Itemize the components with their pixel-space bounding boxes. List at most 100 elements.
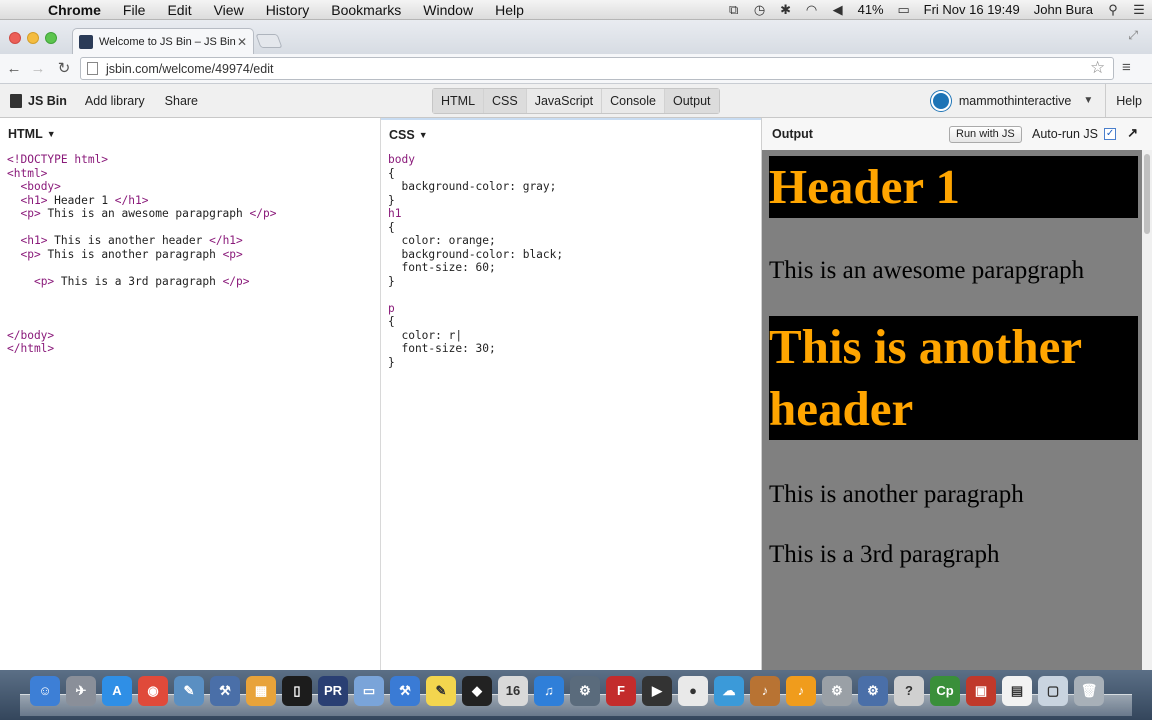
html-panel-label[interactable]: HTML ▼ bbox=[0, 118, 380, 150]
dvd-icon[interactable]: ● bbox=[678, 676, 708, 706]
menu-window[interactable]: Window bbox=[412, 2, 484, 18]
dropbox-icon[interactable]: ⧉ bbox=[721, 2, 747, 18]
css-code-line[interactable]: font-size: 30; bbox=[388, 342, 761, 356]
css-code-line[interactable]: background-color: black; bbox=[388, 248, 761, 262]
chrome-menu-icon[interactable]: ≡ bbox=[1122, 59, 1131, 76]
downloads-icon[interactable]: ▢ bbox=[1038, 676, 1068, 706]
spotlight-icon[interactable]: ⚲ bbox=[1100, 2, 1126, 18]
user-avatar[interactable] bbox=[930, 90, 951, 111]
username[interactable]: mammothinteractive bbox=[959, 94, 1084, 108]
add-library-button[interactable]: Add library bbox=[75, 94, 155, 108]
url-text[interactable]: jsbin.com/welcome/49974/edit bbox=[106, 62, 273, 76]
garageband-icon[interactable]: ♪ bbox=[750, 676, 780, 706]
html-code-line[interactable]: </html> bbox=[7, 342, 380, 356]
html-code-line[interactable] bbox=[7, 221, 380, 235]
zoom-window-button[interactable] bbox=[45, 32, 57, 44]
css-code-line[interactable]: } bbox=[388, 356, 761, 370]
css-code-line[interactable]: body bbox=[388, 153, 761, 167]
fullscreen-icon[interactable]: ⤢ bbox=[1128, 28, 1138, 43]
close-window-button[interactable] bbox=[9, 32, 21, 44]
tools-icon[interactable]: ⚙ bbox=[570, 676, 600, 706]
battery-icon[interactable]: ▭ bbox=[891, 2, 917, 18]
output-scrollbar[interactable] bbox=[1142, 150, 1152, 670]
menu-view[interactable]: View bbox=[203, 2, 255, 18]
html-code-line[interactable]: <body> bbox=[7, 180, 380, 194]
folder-icon[interactable]: ▭ bbox=[354, 676, 384, 706]
html-code-line[interactable]: <!DOCTYPE html> bbox=[7, 153, 380, 167]
bookmark-star-icon[interactable]: ☆ bbox=[1090, 58, 1105, 78]
html-code-line[interactable]: <p> This is another paragraph <p> bbox=[7, 248, 380, 262]
xcode-alt-icon[interactable]: ⚒ bbox=[390, 676, 420, 706]
css-code-line[interactable]: color: orange; bbox=[388, 234, 761, 248]
new-tab-button[interactable] bbox=[255, 34, 283, 48]
cloud-icon[interactable]: ☁ bbox=[714, 676, 744, 706]
css-panel-label[interactable]: CSS ▼ bbox=[381, 118, 761, 150]
user-dropdown-icon[interactable]: ▼ bbox=[1083, 84, 1107, 117]
css-code-line[interactable]: } bbox=[388, 275, 761, 289]
premiere-icon[interactable]: PR bbox=[318, 676, 348, 706]
toggle-output[interactable]: Output bbox=[664, 89, 719, 113]
toggle-console[interactable]: Console bbox=[602, 89, 665, 113]
flash-icon[interactable]: F bbox=[606, 676, 636, 706]
css-code-line[interactable]: } bbox=[388, 194, 761, 208]
css-code-line[interactable]: color: r| bbox=[388, 329, 761, 343]
jsbin-logo[interactable]: JS Bin bbox=[0, 93, 67, 108]
css-code-line[interactable] bbox=[388, 288, 761, 302]
ios-simulator-icon[interactable]: ▯ bbox=[282, 676, 312, 706]
css-code-line[interactable]: font-size: 60; bbox=[388, 261, 761, 275]
minimize-window-button[interactable] bbox=[27, 32, 39, 44]
ical-icon[interactable]: 16 bbox=[498, 676, 528, 706]
time-machine-icon[interactable]: ◷ bbox=[747, 2, 773, 18]
unity-icon[interactable]: ◆ bbox=[462, 676, 492, 706]
css-code-line[interactable]: background-color: gray; bbox=[388, 180, 761, 194]
launchpad-icon[interactable]: ✈ bbox=[66, 676, 96, 706]
user-menu[interactable]: John Bura bbox=[1027, 2, 1100, 17]
compressor-icon[interactable]: ⚙ bbox=[858, 676, 888, 706]
html-code-line[interactable]: <h1> This is another header </h1> bbox=[7, 234, 380, 248]
menu-edit[interactable]: Edit bbox=[156, 2, 202, 18]
volume-icon[interactable]: ◀ bbox=[825, 2, 851, 18]
chrome-icon[interactable]: ◉ bbox=[138, 676, 168, 706]
xcode-icon[interactable]: ⚒ bbox=[210, 676, 240, 706]
trash-icon[interactable]: 🗑 bbox=[1074, 676, 1104, 706]
html-code-line[interactable] bbox=[7, 315, 380, 329]
css-code-line[interactable]: p bbox=[388, 302, 761, 316]
app-store-icon[interactable]: A bbox=[102, 676, 132, 706]
notes-icon[interactable]: ✎ bbox=[426, 676, 456, 706]
html-code-line[interactable]: <p> This is a 3rd paragraph </p> bbox=[7, 275, 380, 289]
captivate-icon[interactable]: Cp bbox=[930, 676, 960, 706]
autorun-toggle[interactable]: Auto-run JS ✓ bbox=[1032, 127, 1117, 141]
autorun-checkbox[interactable]: ✓ bbox=[1104, 128, 1117, 140]
reload-icon[interactable]: ↻ bbox=[54, 59, 74, 79]
html-code-line[interactable] bbox=[7, 261, 380, 275]
toggle-javascript[interactable]: JavaScript bbox=[526, 89, 603, 113]
keynote-icon[interactable]: ▦ bbox=[246, 676, 276, 706]
share-button[interactable]: Share bbox=[155, 94, 208, 108]
toggle-css[interactable]: CSS bbox=[484, 89, 527, 113]
css-code-line[interactable]: { bbox=[388, 221, 761, 235]
help-icon[interactable]: ? bbox=[894, 676, 924, 706]
menu-help[interactable]: Help bbox=[484, 2, 535, 18]
help-link[interactable]: Help bbox=[1106, 94, 1152, 108]
cue-icon[interactable]: ▣ bbox=[966, 676, 996, 706]
html-editor[interactable]: <!DOCTYPE html> <html> <body> <h1> Header… bbox=[0, 150, 380, 356]
output-scroll-thumb[interactable] bbox=[1144, 154, 1150, 234]
css-code-line[interactable]: h1 bbox=[388, 207, 761, 221]
menu-history[interactable]: History bbox=[255, 2, 321, 18]
fl-studio-icon[interactable]: ♪ bbox=[786, 676, 816, 706]
html-code-line[interactable] bbox=[7, 288, 380, 302]
notification-center-icon[interactable]: ☰ bbox=[1126, 2, 1152, 18]
css-code-line[interactable]: { bbox=[388, 315, 761, 329]
finder-icon[interactable]: ☺ bbox=[30, 676, 60, 706]
tab-close-icon[interactable]: ✕ bbox=[237, 35, 247, 49]
popout-arrow-icon[interactable]: ↗ bbox=[1127, 125, 1138, 141]
final-cut-icon[interactable]: ▶ bbox=[642, 676, 672, 706]
bluetooth-icon[interactable]: ✱ bbox=[773, 2, 799, 18]
html-code-line[interactable]: <h1> Header 1 </h1> bbox=[7, 194, 380, 208]
settings-icon[interactable]: ⚙ bbox=[822, 676, 852, 706]
menu-app-chrome[interactable]: Chrome bbox=[40, 2, 112, 18]
menu-bookmarks[interactable]: Bookmarks bbox=[320, 2, 412, 18]
html-code-line[interactable]: <p> This is an awesome parapgraph </p> bbox=[7, 207, 380, 221]
back-icon[interactable]: ← bbox=[4, 59, 24, 79]
clock[interactable]: Fri Nov 16 19:49 bbox=[917, 2, 1027, 17]
